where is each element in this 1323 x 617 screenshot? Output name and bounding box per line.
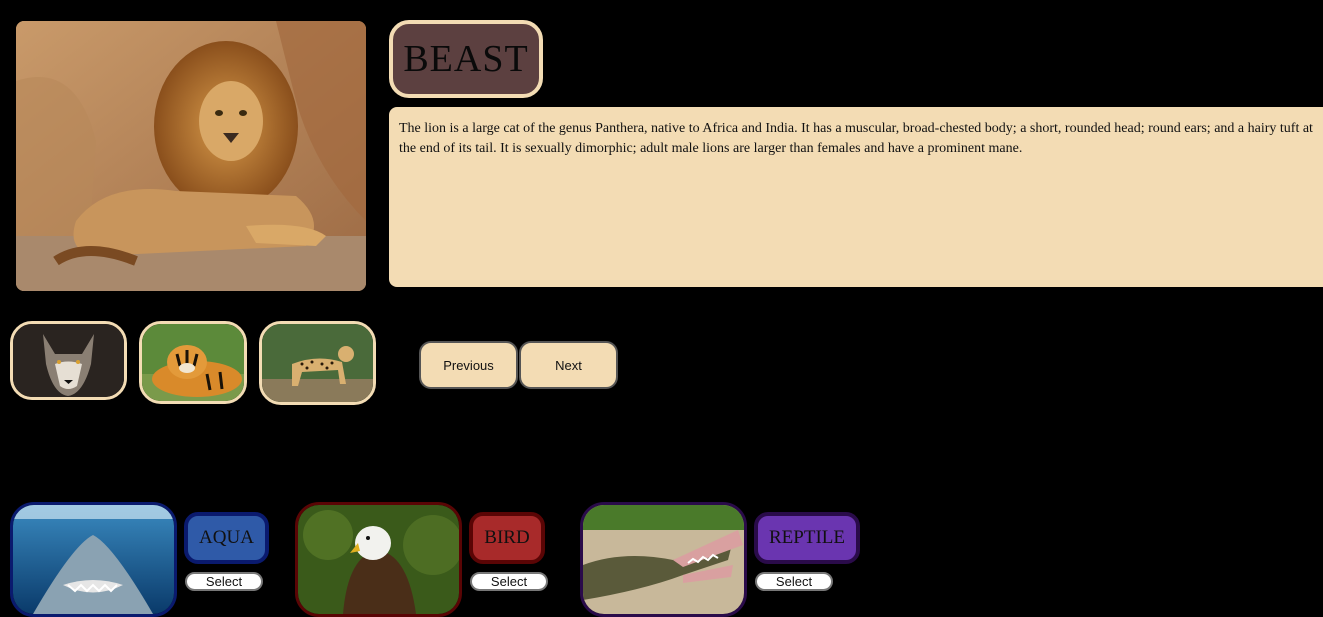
crocodile-image [583, 505, 744, 614]
thumbnail-wolf[interactable] [10, 321, 127, 400]
animal-description: The lion is a large cat of the genus Pan… [389, 107, 1323, 287]
lion-image [16, 21, 366, 291]
page-title: BEAST [403, 38, 529, 80]
category-bird-image[interactable] [295, 502, 462, 617]
thumbnail-tiger[interactable] [139, 321, 247, 404]
previous-button[interactable]: Previous [419, 341, 518, 389]
next-button[interactable]: Next [519, 341, 618, 389]
wolf-image [13, 324, 124, 397]
bird-select-button[interactable]: Select [470, 572, 548, 591]
category-aqua-image[interactable] [10, 502, 177, 617]
category-aqua-label: AQUA [184, 512, 269, 564]
category-reptile-label: REPTILE [754, 512, 860, 564]
cheetah-image [262, 324, 373, 402]
category-reptile-image[interactable] [580, 502, 747, 617]
tiger-image [142, 324, 244, 401]
shark-image [13, 505, 174, 614]
reptile-select-button[interactable]: Select [755, 572, 833, 591]
category-bird-label: BIRD [469, 512, 545, 564]
aqua-select-button[interactable]: Select [185, 572, 263, 591]
thumbnail-cheetah[interactable] [259, 321, 376, 405]
eagle-image [298, 505, 459, 614]
animal-title-badge: BEAST [389, 20, 543, 98]
featured-animal-image [16, 21, 366, 291]
